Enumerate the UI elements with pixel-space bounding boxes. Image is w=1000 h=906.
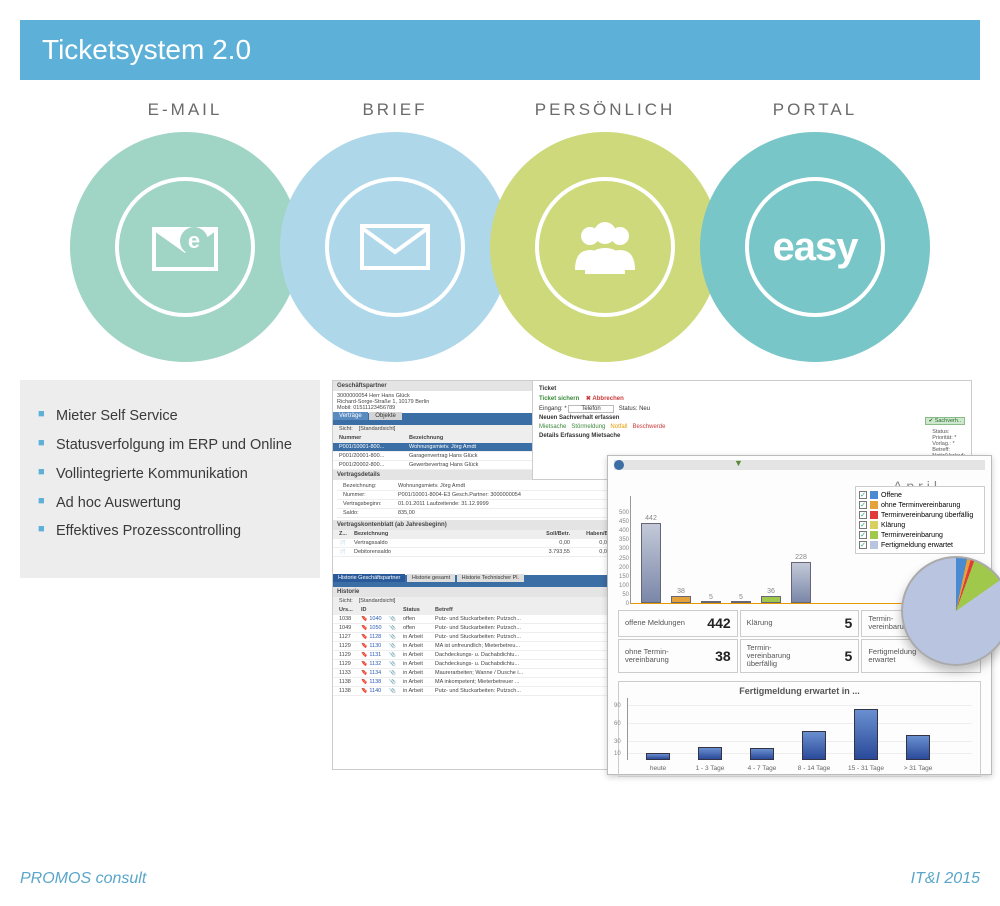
screenshot-area: Geschäftspartner 3000000054 Herr Hans Gl… — [332, 380, 980, 578]
channel-row: E-MAIL e BRIEF PERSÖNLICH PORTAL easy — [20, 100, 980, 362]
easy-icon: easy — [773, 225, 858, 270]
cancel-button[interactable]: ✖ Abbrechen — [586, 396, 624, 402]
kpi-tile: Termin-vereinbarungüberfällig5 — [740, 639, 860, 674]
svg-text:e: e — [188, 228, 200, 253]
type-notfall[interactable]: Notfall — [610, 424, 627, 430]
feature-item: Statusverfolgung im ERP und Online — [38, 431, 302, 460]
history-row[interactable]: 1127🔖 1128📎in ArbeitPutz- und Stuckarbei… — [333, 633, 636, 642]
history-row[interactable]: 1129🔖 1131📎in ArbeitDachdeckungs- u. Dac… — [333, 651, 636, 660]
legend-item[interactable]: ✓Terminvereinbarung — [859, 530, 981, 540]
konten-title: Vertragskontenblatt (ab Jahresbeginn) — [333, 520, 636, 530]
pie-chart — [901, 556, 1000, 666]
feature-item: Mieter Self Service — [38, 402, 302, 431]
legend-item[interactable]: ✓ohne Terminvereinbarung — [859, 500, 981, 510]
hist-tab-bar: Historie Geschäftspartner Historie gesam… — [333, 575, 636, 587]
ticket-panel-title: Ticket — [539, 385, 965, 393]
kpi-tile: offene Meldungen442 — [618, 610, 738, 637]
sicht-select[interactable]: [Standardsicht] — [356, 426, 399, 432]
dashboard-screenshot: ▼ April 050100150200250300350400450500 4… — [607, 455, 992, 775]
chart-legend: ✓Offene✓ohne Terminvereinbarung✓Terminve… — [855, 486, 985, 554]
feature-item: Ad hoc Auswertung — [38, 489, 302, 518]
hist-tab-tech[interactable]: Historie Technischer Pl. — [457, 574, 524, 582]
kpi-tile: ohne Termin-vereinbarung38 — [618, 639, 738, 674]
history-row[interactable]: 1138🔖 1138📎in ArbeitMA inkompetent; Miet… — [333, 678, 636, 687]
email-circle: e — [70, 132, 300, 362]
sachverhalt-button[interactable]: ✔ Sachverh.. — [925, 417, 965, 425]
envelope-icon — [360, 222, 430, 272]
channel-email: E-MAIL e — [80, 100, 290, 362]
legend-item[interactable]: ✓Klärung — [859, 520, 981, 530]
channel-label: PERSÖNLICH — [535, 100, 676, 120]
footer: PROMOS consult IT&I 2015 — [20, 870, 980, 888]
history-row[interactable]: 1049🔖 1050📎offenPutz- und Stuckarbeiten:… — [333, 624, 636, 633]
channel-brief: BRIEF — [290, 100, 500, 362]
channel-label: BRIEF — [362, 100, 427, 120]
footer-right: IT&I 2015 — [911, 870, 980, 888]
type-mietsache[interactable]: Mietsache — [539, 424, 566, 430]
history-row[interactable]: 1129🔖 1132📎in ArbeitDachdeckungs- u. Dac… — [333, 660, 636, 669]
legend-item[interactable]: ✓Fertigmeldung erwartet — [859, 540, 981, 550]
kpi-tile: Klärung5 — [740, 610, 860, 637]
page-title: Ticketsystem 2.0 — [42, 34, 251, 65]
type-beschwerde[interactable]: Beschwerde — [632, 424, 665, 430]
slider-handle-icon[interactable]: ▼ — [734, 458, 743, 468]
channel-personal: PERSÖNLICH — [500, 100, 710, 362]
tab-vertraege[interactable]: Verträge — [333, 412, 368, 420]
hist-tab-gesamt[interactable]: Historie gesamt — [407, 574, 455, 582]
hist-title: Historie — [333, 587, 636, 597]
legend-item[interactable]: ✓Terminvereinbarung überfällig — [859, 510, 981, 520]
channel-label: E-MAIL — [148, 100, 223, 120]
feature-item: Vollintegrierte Kommunikation — [38, 460, 302, 489]
email-e-icon: e — [150, 221, 220, 273]
channel-label: PORTAL — [773, 100, 857, 120]
title-bar: Ticketsystem 2.0 — [20, 20, 980, 80]
feature-list: Mieter Self Service Statusverfolgung im … — [20, 380, 320, 578]
chart2-panel: Fertigmeldung erwartet in ... 10306090he… — [618, 681, 981, 777]
save-button[interactable]: Ticket sichern — [539, 396, 579, 402]
eingang-select[interactable]: Telefon — [568, 405, 613, 413]
type-stoer[interactable]: Störmeldung — [571, 424, 605, 430]
feature-item: Effektives Prozesscontrolling — [38, 517, 302, 546]
play-icon[interactable] — [614, 460, 624, 470]
hist-tab-gp[interactable]: Historie Geschäftspartner — [333, 574, 405, 582]
chart2-title: Fertigmeldung erwartet in ... — [627, 686, 972, 696]
brief-circle — [280, 132, 510, 362]
personal-circle — [490, 132, 720, 362]
history-row[interactable]: 1038🔖 1040📎offenPutz- und Stuckarbeiten:… — [333, 615, 636, 624]
history-row[interactable]: 1129🔖 1130📎in ArbeitMA ist unfreundlich;… — [333, 642, 636, 651]
footer-left: PROMOS consult — [20, 870, 146, 888]
legend-item[interactable]: ✓Offene — [859, 490, 981, 500]
history-row[interactable]: 1138🔖 1140📎in ArbeitPutz- und Stuckarbei… — [333, 687, 636, 696]
history-row[interactable]: 1133🔖 1134📎in ArbeitMaurerarbeiten; Wann… — [333, 669, 636, 678]
tab-objekte[interactable]: Objekte — [369, 412, 402, 420]
channel-portal: PORTAL easy — [710, 100, 920, 362]
fertigmeldung-bar-chart: 10306090heute1 - 3 Tage4 - 7 Tage8 - 14 … — [627, 698, 972, 760]
people-icon — [565, 220, 645, 275]
portal-circle: easy — [700, 132, 930, 362]
